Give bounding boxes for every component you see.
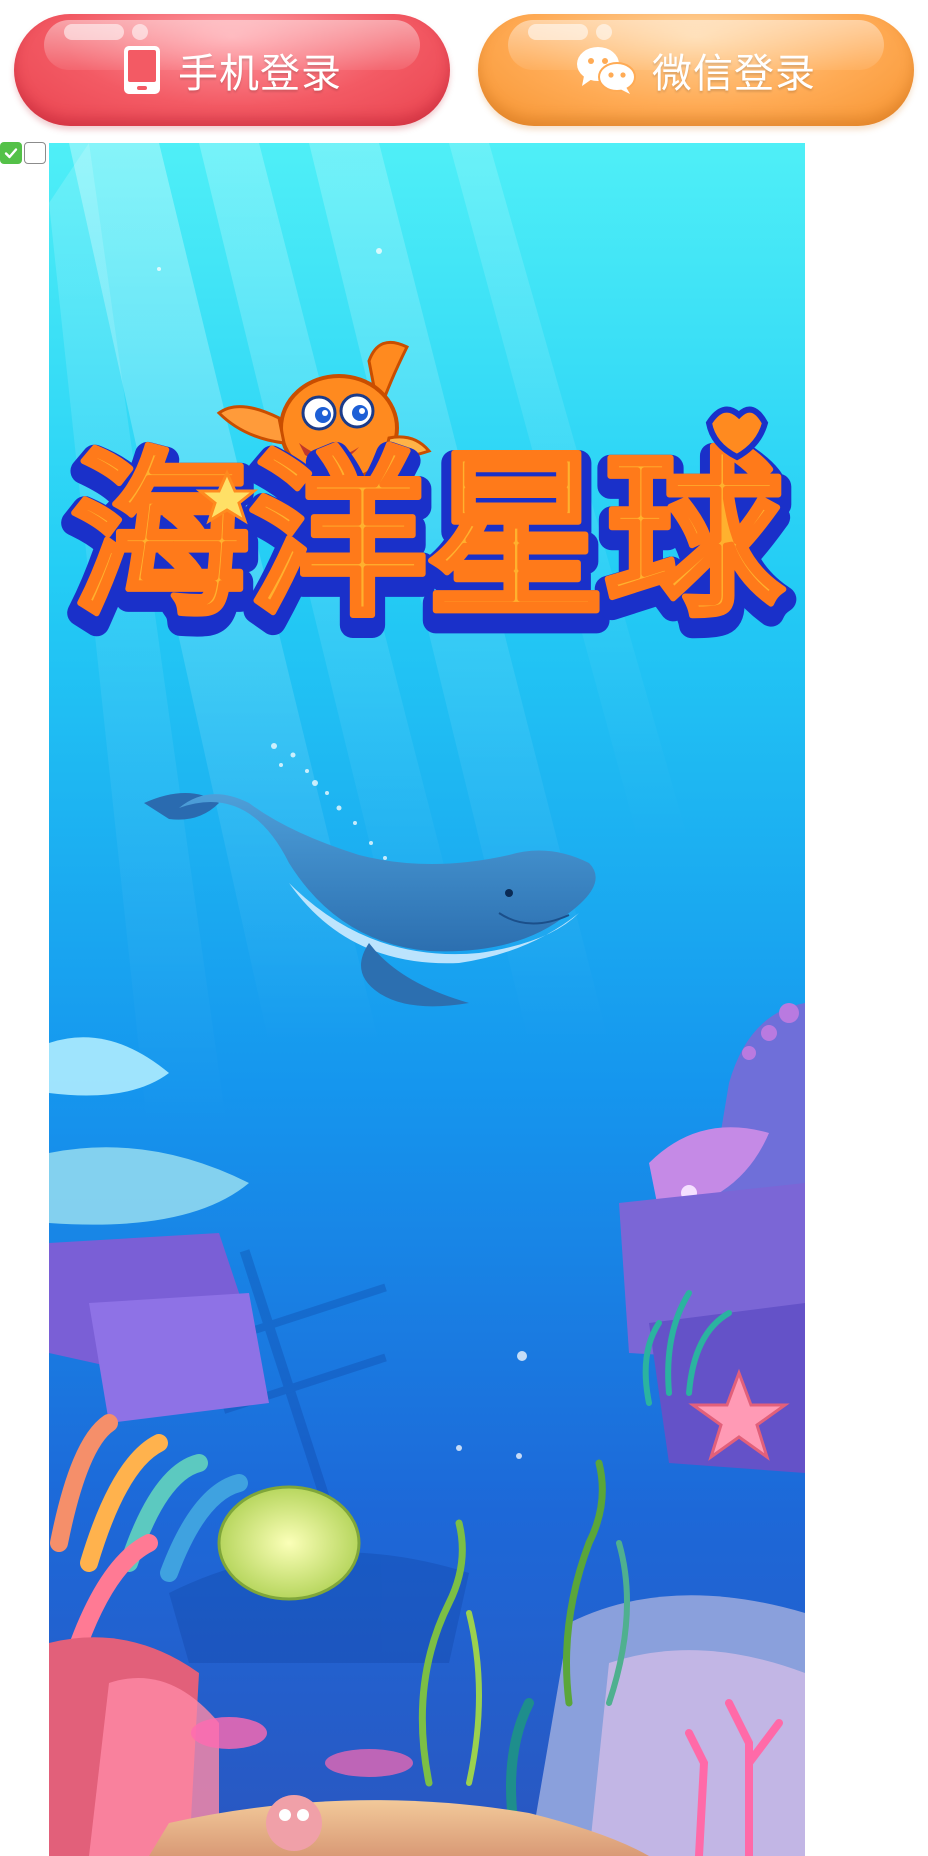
button-highlight-dot bbox=[596, 24, 612, 40]
button-highlight bbox=[64, 24, 124, 40]
agreement-checkbox-checked[interactable] bbox=[0, 142, 22, 164]
wechat-icon bbox=[576, 46, 636, 94]
wechat-login-label: 微信登录 bbox=[652, 51, 816, 97]
wechat-login-content: 微信登录 bbox=[576, 41, 816, 99]
phone-login-button[interactable]: 手机登录 bbox=[14, 14, 450, 126]
agreement-checkbox-unchecked[interactable] bbox=[24, 142, 46, 164]
button-highlight-dot bbox=[132, 24, 148, 40]
game-logo-title: 海洋星球 海洋星球 bbox=[58, 406, 797, 663]
login-page: 手机登录 微信登录 海洋星球 海洋星球 bbox=[0, 0, 928, 1856]
button-highlight bbox=[528, 24, 588, 40]
phone-icon bbox=[122, 46, 162, 94]
phone-login-label: 手机登录 bbox=[178, 51, 342, 97]
checkmark-icon bbox=[4, 148, 18, 159]
svg-text:海洋星球: 海洋星球 bbox=[71, 433, 784, 640]
wechat-login-button[interactable]: 微信登录 bbox=[478, 14, 914, 126]
agreement-checkboxes bbox=[0, 142, 46, 164]
ocean-splash-image: 海洋星球 海洋星球 bbox=[49, 143, 805, 1856]
phone-login-content: 手机登录 bbox=[122, 41, 342, 99]
